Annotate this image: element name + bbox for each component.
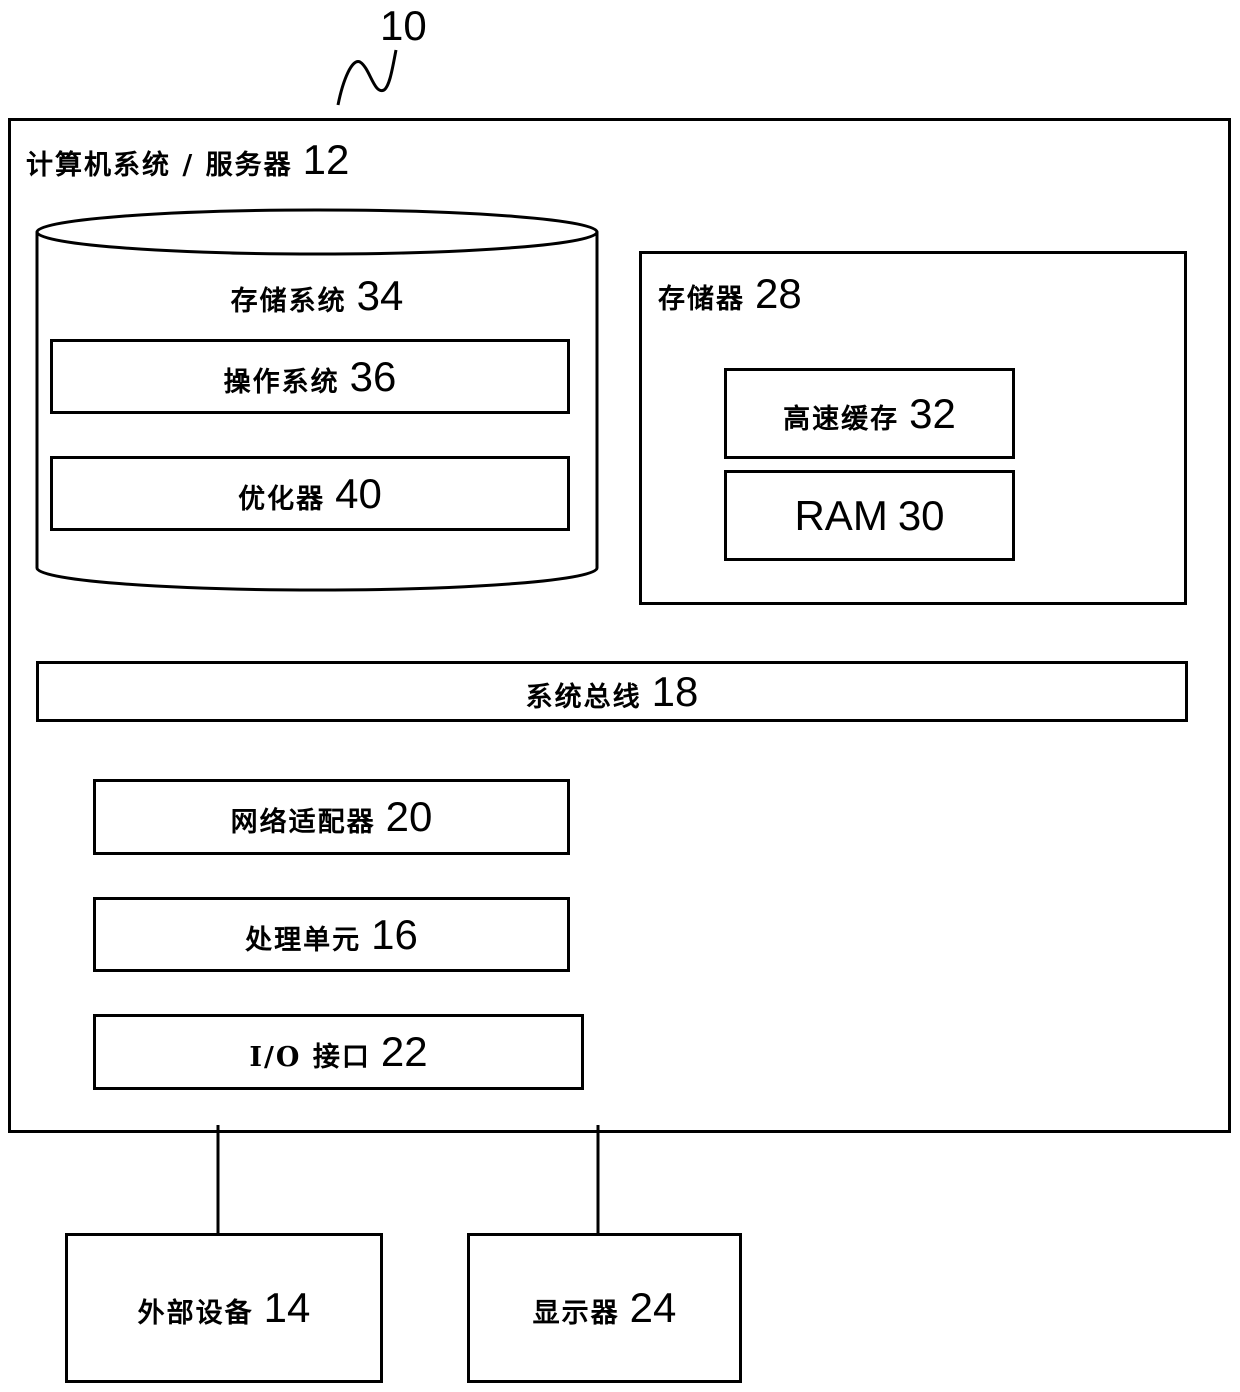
network-adapter-name: 网络适配器 — [230, 807, 376, 838]
cache-name: 高速缓存 — [783, 403, 900, 435]
optimizer-box: 优化器 40 — [50, 456, 570, 531]
ram-ref: 30 — [897, 491, 945, 539]
io-interface-ref: 22 — [380, 1028, 428, 1075]
storage-system-ref: 34 — [356, 272, 404, 319]
storage-system-name: 存储系统 — [230, 286, 347, 317]
computer-system-label: 计算机系统 / 服务器 12 — [26, 136, 349, 184]
display-box: 显示器 24 — [467, 1233, 742, 1383]
network-adapter-ref: 20 — [385, 793, 433, 840]
storage-system-label: 存储系统 34 — [37, 272, 597, 320]
external-device-ref: 14 — [263, 1284, 311, 1331]
ram-name: RAM — [794, 491, 888, 539]
processing-unit-ref: 16 — [371, 910, 418, 958]
network-adapter-box: 网络适配器 20 — [93, 779, 570, 855]
processing-unit-name: 处理单元 — [245, 924, 362, 956]
operating-system-ref: 36 — [349, 352, 397, 400]
reference-number-10: 10 — [380, 2, 427, 49]
computer-system-name: 计算机系统 / 服务器 — [26, 150, 293, 181]
display-name: 显示器 — [532, 1298, 620, 1329]
system-bus-name: 系统总线 — [525, 681, 642, 713]
system-bus-ref: 18 — [651, 667, 699, 715]
external-device-box: 外部设备 14 — [65, 1233, 383, 1383]
operating-system-name: 操作系统 — [223, 366, 340, 398]
memory-ref: 28 — [755, 270, 802, 317]
operating-system-box: 操作系统 36 — [50, 339, 570, 414]
computer-system-ref: 12 — [302, 136, 350, 183]
display-ref: 24 — [629, 1284, 677, 1331]
reference-leader-squiggle — [336, 49, 398, 106]
memory-name: 存储器 — [658, 284, 745, 315]
processing-unit-box: 处理单元 16 — [93, 897, 570, 972]
cache-box: 高速缓存 32 — [724, 368, 1015, 459]
io-interface-name: I/O 接口 — [249, 1042, 371, 1073]
system-bus-box: 系统总线 18 — [36, 661, 1188, 722]
cache-ref: 32 — [909, 389, 956, 437]
optimizer-ref: 40 — [335, 469, 382, 517]
io-interface-box: I/O 接口 22 — [93, 1014, 584, 1090]
optimizer-name: 优化器 — [238, 483, 326, 515]
external-device-name: 外部设备 — [137, 1298, 254, 1329]
ram-box: RAM 30 — [724, 470, 1015, 561]
